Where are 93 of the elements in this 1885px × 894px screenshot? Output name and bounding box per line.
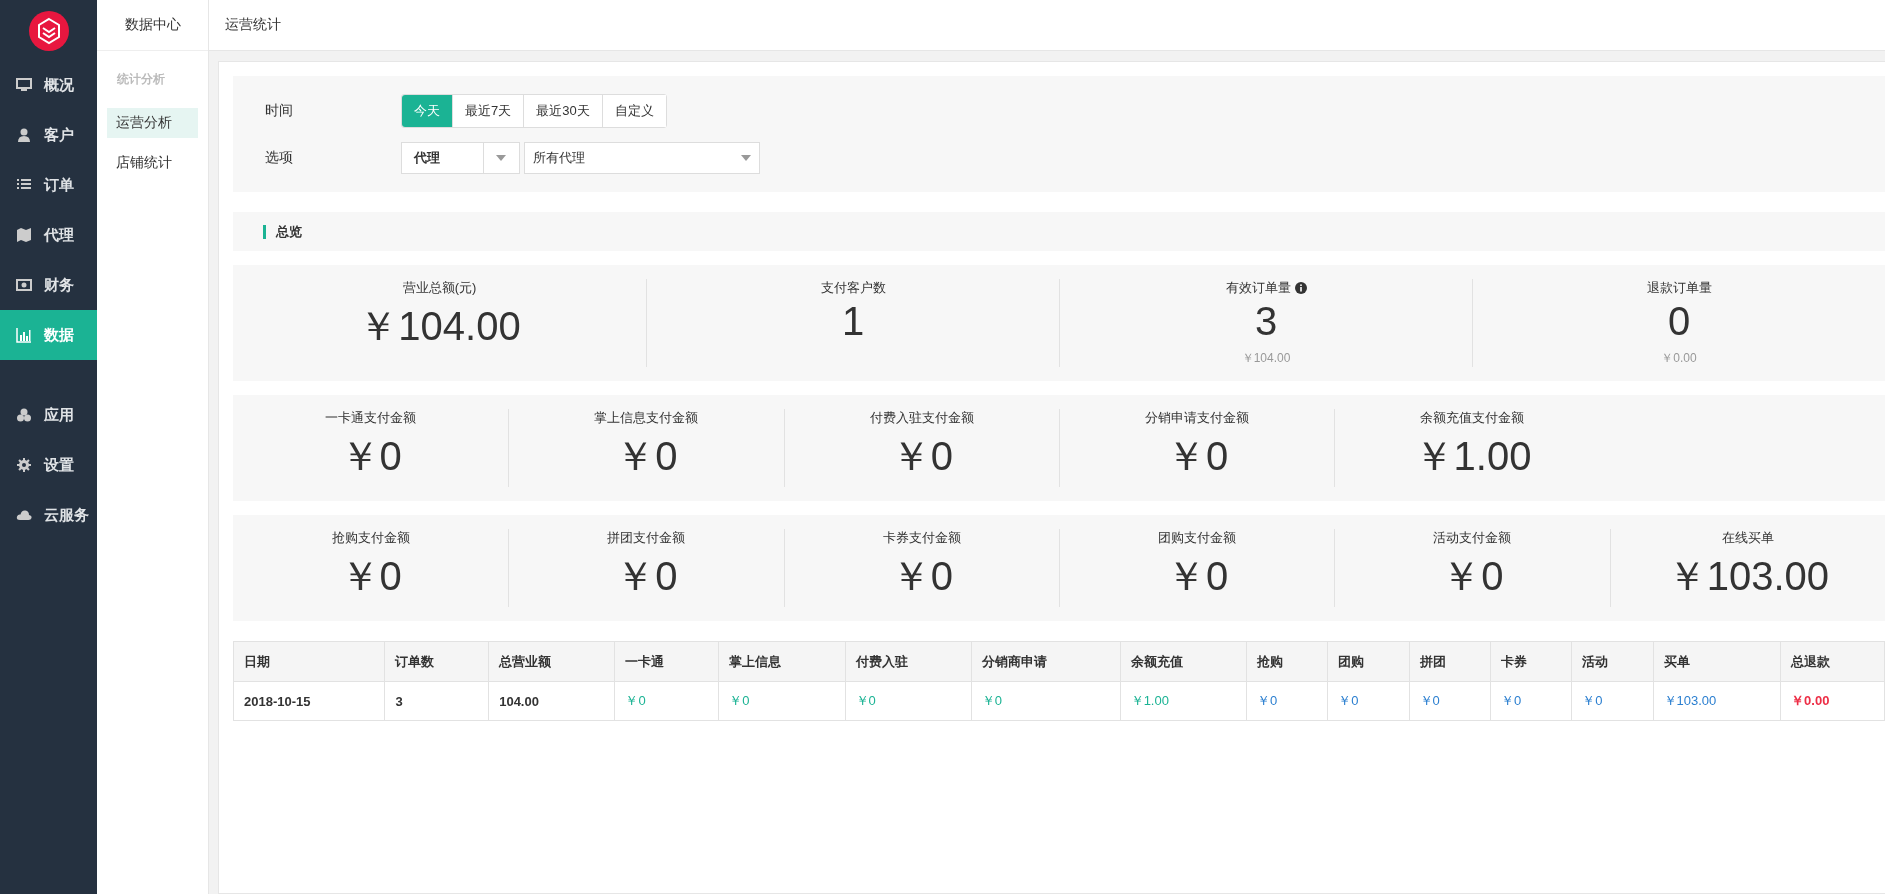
stat-label: 付费入驻支付金额: [869, 409, 974, 427]
logo-icon[interactable]: [28, 11, 69, 51]
column-header: 余额充值: [1120, 641, 1247, 682]
map-icon: [16, 227, 32, 243]
stat-label: 活动支付金额: [1433, 529, 1512, 547]
subnav-section-label: 统计分析: [116, 71, 166, 88]
column-header: 拼团: [1409, 641, 1491, 682]
stat-label: 一卡通支付金额: [325, 409, 417, 427]
table-cell: ￥0: [1409, 681, 1491, 721]
agent-select[interactable]: 所有代理: [524, 142, 760, 174]
stat-value: ￥0: [890, 433, 953, 480]
subnav-item[interactable]: 运营分析: [107, 108, 198, 138]
column-header: 订单数: [384, 641, 489, 682]
column-header: 分销商申请: [971, 641, 1121, 682]
table-cell: ￥0: [1490, 681, 1572, 721]
stat-label: 余额充值支付金额: [1420, 409, 1525, 427]
section-title: 总览: [276, 222, 302, 241]
banknote-icon: [16, 277, 32, 293]
column-header: 活动: [1571, 641, 1653, 682]
filter-label: 时间: [265, 102, 294, 120]
sidebar-item[interactable]: 设置: [0, 440, 97, 490]
column-header: 买单: [1653, 641, 1781, 682]
table-cell: ￥0: [614, 681, 719, 721]
stat-value: ￥0: [615, 553, 678, 600]
user-icon: [16, 127, 32, 143]
column-header: 一卡通: [614, 641, 719, 682]
date-range-button[interactable]: 自定义: [601, 95, 666, 127]
stat-label: 有效订单量: [1225, 279, 1291, 297]
stat-value: ￥0: [890, 553, 953, 600]
table-cell: ￥0: [845, 681, 972, 721]
table-cell: 2018-10-15: [233, 681, 385, 721]
stat-label: 团购支付金额: [1158, 529, 1237, 547]
stat-label: 营业总额(元): [402, 279, 477, 297]
column-header: 团购: [1327, 641, 1410, 682]
column-header: 总退款: [1780, 641, 1885, 682]
sidebar-item[interactable]: 代理: [0, 210, 97, 260]
stat-value: 3: [1254, 299, 1278, 344]
table-cell: 104.00: [488, 681, 615, 721]
stat-label: 拼团支付金额: [607, 529, 686, 547]
cloud-icon: [16, 507, 32, 523]
sidebar-item[interactable]: 客户: [0, 110, 97, 160]
stat-value: ￥104.00: [358, 303, 521, 350]
stat-value: ￥103.00: [1666, 553, 1829, 600]
sidebar-item[interactable]: 订单: [0, 160, 97, 210]
stat-label: 支付客户数: [820, 279, 886, 297]
stat-label: 在线买单: [1721, 529, 1774, 547]
subnav-item[interactable]: 店铺统计: [107, 148, 198, 178]
type-select[interactable]: 代理: [401, 142, 520, 174]
table-cell: 3: [384, 681, 489, 721]
table-cell: ￥0: [1327, 681, 1410, 721]
stat-label: 掌上信息支付金额: [594, 409, 699, 427]
table-cell: ￥0: [1571, 681, 1653, 721]
stat-value: ￥1.00: [1413, 433, 1532, 480]
stat-value: 0: [1667, 299, 1691, 344]
column-header: 抢购: [1246, 641, 1328, 682]
stat-value: ￥0: [1441, 553, 1504, 600]
page-title: 运营统计: [225, 16, 281, 34]
stat-value: ￥0: [339, 553, 402, 600]
stat-value: ￥0: [1166, 433, 1229, 480]
subnav-title: 数据中心: [124, 16, 181, 34]
gear-icon: [16, 457, 32, 473]
column-header: 卡券: [1490, 641, 1572, 682]
table-cell: ￥0: [1246, 681, 1328, 721]
sidebar-item[interactable]: 概况: [0, 60, 97, 110]
sidebar-item[interactable]: 云服务: [0, 490, 97, 540]
monitor-icon: [16, 77, 32, 93]
stat-value: ￥0: [615, 433, 678, 480]
info-icon[interactable]: [1294, 282, 1307, 294]
filter-label: 选项: [265, 149, 294, 167]
dropdown-caret-icon: [741, 155, 751, 161]
column-header: 掌上信息: [718, 641, 846, 682]
stat-label: 卡券支付金额: [882, 529, 961, 547]
table-cell: ￥1.00: [1120, 681, 1247, 721]
column-header: 日期: [233, 641, 385, 682]
column-header: 付费入驻: [845, 641, 972, 682]
dropdown-caret-icon: [496, 155, 506, 161]
stat-subvalue: ￥104.00: [1241, 350, 1291, 367]
table-cell: ￥0.00: [1780, 681, 1885, 721]
bar-chart-icon: [16, 327, 32, 343]
stat-label: 抢购支付金额: [331, 529, 410, 547]
table-cell: ￥103.00: [1653, 681, 1781, 721]
stat-subvalue: ￥0.00: [1661, 350, 1697, 367]
stat-value: ￥0: [1166, 553, 1229, 600]
column-header: 总营业额: [488, 641, 615, 682]
cubes-icon: [16, 407, 32, 423]
stat-label: 退款订单量: [1646, 279, 1712, 297]
sidebar-item[interactable]: 应用: [0, 390, 97, 440]
table-cell: ￥0: [718, 681, 846, 721]
stat-label: 分销申请支付金额: [1145, 409, 1250, 427]
table-cell: ￥0: [971, 681, 1121, 721]
stat-value: ￥0: [339, 433, 402, 480]
stat-value: 1: [841, 299, 865, 344]
sidebar-item[interactable]: 财务: [0, 260, 97, 310]
